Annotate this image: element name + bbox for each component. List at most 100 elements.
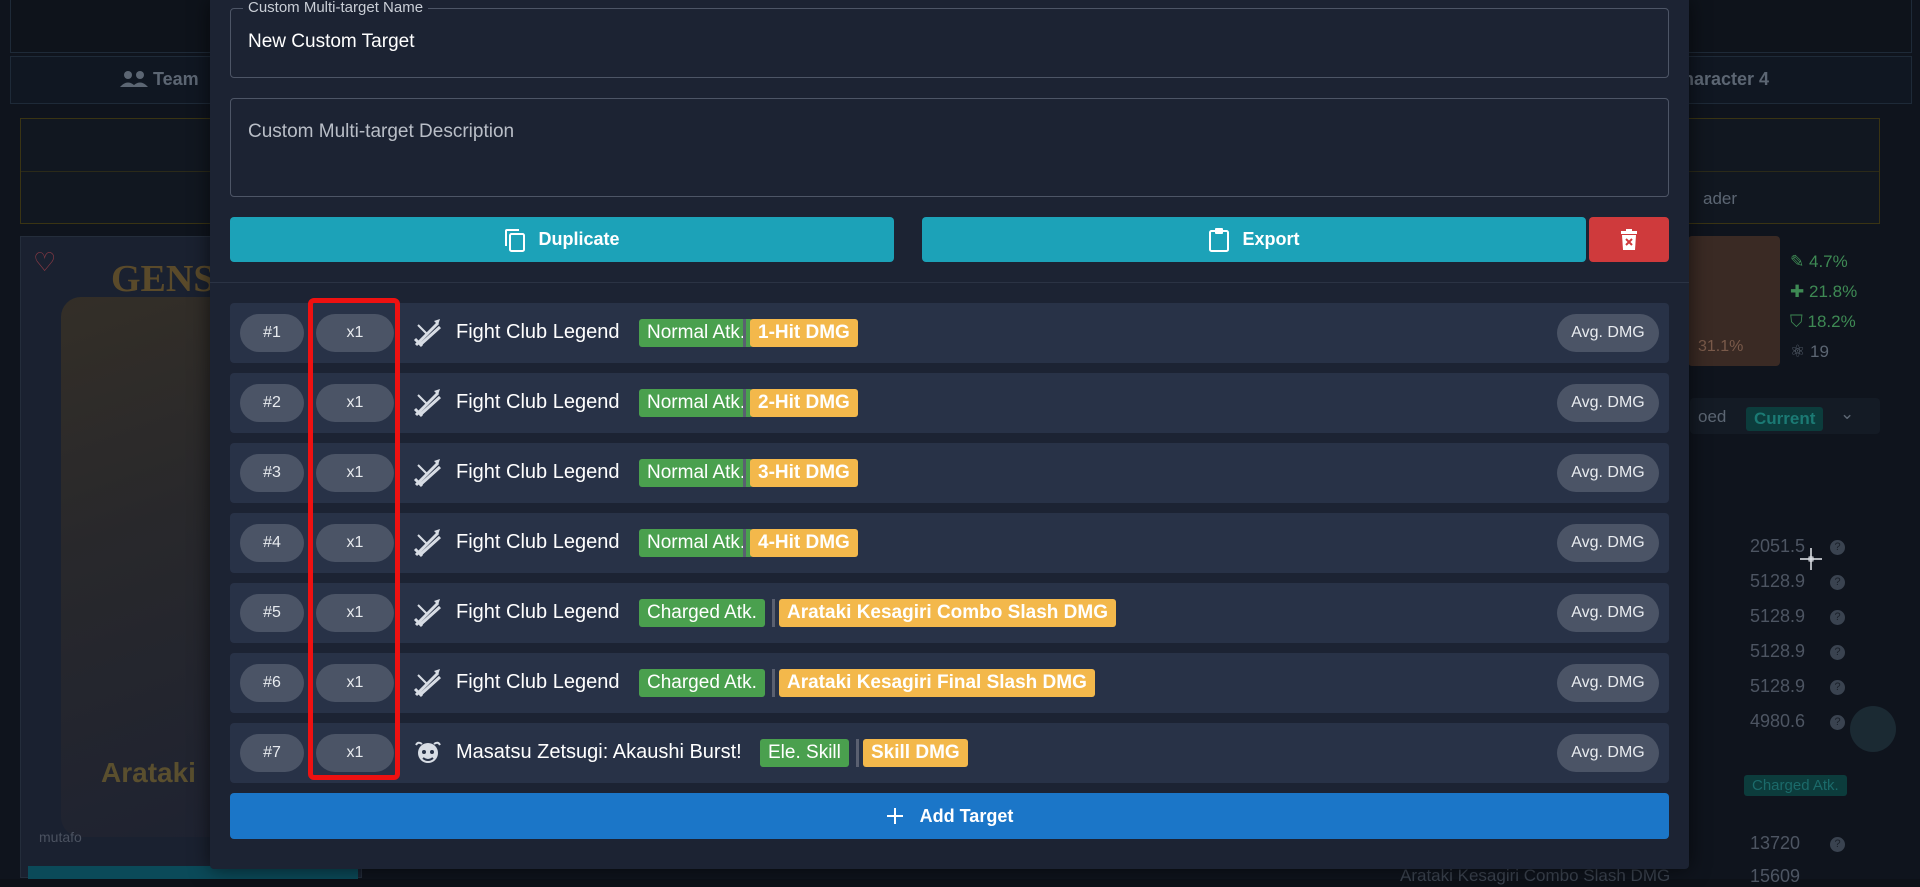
value-row: 5128.9: [1750, 571, 1806, 591]
target-number[interactable]: #5: [240, 594, 304, 632]
team-icon: [120, 71, 148, 87]
fight-club-icon: [413, 319, 442, 348]
target-name: Fight Club Legend: [456, 321, 620, 343]
target-name: Masatsu Zetsugi: Akaushi Burst!: [456, 741, 742, 763]
target-row: #7 x1 Masatsu Zetsugi: Akaushi Burst! El…: [230, 723, 1669, 783]
target-name: Fight Club Legend: [456, 601, 620, 623]
fight-club-icon: [413, 389, 442, 418]
avg-dmg-toggle[interactable]: Avg. DMG: [1557, 734, 1659, 772]
target-row: #4 x1 Fight Club Legend Normal Atk. 4-Hi…: [230, 513, 1669, 573]
help-icon[interactable]: ?: [1830, 575, 1845, 590]
crosshair-cursor-icon: [1800, 548, 1822, 570]
target-multiplier[interactable]: x1: [316, 314, 394, 352]
hit-tag: 3-Hit DMG: [750, 459, 858, 487]
help-icon[interactable]: ?: [1830, 540, 1845, 555]
hit-tag: Skill DMG: [863, 739, 968, 767]
delete-button[interactable]: [1589, 217, 1669, 262]
stat-sword: ✎ 4.7%: [1790, 252, 1848, 272]
sword-icon: ✎: [1790, 252, 1805, 271]
bottom-target-text: Arataki Kesagiri Combo Slash DMG: [1400, 866, 1671, 885]
hit-tag: 2-Hit DMG: [750, 389, 858, 417]
target-number[interactable]: #4: [240, 524, 304, 562]
target-number[interactable]: #2: [240, 384, 304, 422]
avg-dmg-toggle[interactable]: Avg. DMG: [1557, 384, 1659, 422]
ushi-icon: [415, 741, 441, 763]
tag-divider: [856, 739, 859, 767]
target-number[interactable]: #3: [240, 454, 304, 492]
target-name: Fight Club Legend: [456, 531, 620, 553]
target-number[interactable]: #7: [240, 734, 304, 772]
help-icon[interactable]: ?: [1830, 837, 1845, 852]
target-multiplier[interactable]: x1: [316, 664, 394, 702]
target-row: #6 x1 Fight Club Legend Charged Atk. Ara…: [230, 653, 1669, 713]
hit-tag: Arataki Kesagiri Final Slash DMG: [779, 669, 1095, 697]
target-name: Fight Club Legend: [456, 461, 620, 483]
tag-divider: [743, 459, 746, 487]
add-target-button[interactable]: Add Target: [230, 793, 1669, 839]
weapon-portrait: 31.1%: [1688, 236, 1780, 366]
fight-club-icon: [413, 459, 442, 488]
target-number[interactable]: #6: [240, 664, 304, 702]
loader-tab[interactable]: ader: [1703, 189, 1737, 209]
fight-club-icon: [413, 599, 442, 628]
avg-dmg-toggle[interactable]: Avg. DMG: [1557, 524, 1659, 562]
stat-shield: ⛉ 18.2%: [1790, 312, 1856, 332]
target-multiplier[interactable]: x1: [316, 594, 394, 632]
avg-dmg-toggle[interactable]: Avg. DMG: [1557, 454, 1659, 492]
help-icon[interactable]: ?: [1830, 680, 1845, 695]
target-multiplier[interactable]: x1: [316, 734, 394, 772]
fight-club-icon: [413, 669, 442, 698]
value-row: 4980.6: [1750, 711, 1806, 731]
tag-divider: [743, 389, 746, 417]
target-multiplier[interactable]: x1: [316, 524, 394, 562]
hit-tag: 1-Hit DMG: [750, 319, 858, 347]
description-field[interactable]: Custom Multi-target Description: [230, 98, 1669, 197]
custom-multi-target-modal: Custom Multi-target Name New Custom Targ…: [210, 0, 1689, 869]
target-number[interactable]: #1: [240, 314, 304, 352]
duplicate-label: Duplicate: [538, 229, 620, 249]
scroll-top-button[interactable]: [1850, 706, 1896, 752]
target-name: Fight Club Legend: [456, 671, 620, 693]
section-divider: [210, 282, 1689, 283]
tab-team[interactable]: Team: [119, 69, 199, 90]
value-row: 5128.9: [1750, 606, 1806, 626]
avg-dmg-toggle[interactable]: Avg. DMG: [1557, 594, 1659, 632]
charged-atk-badge: Charged Atk.: [1744, 775, 1847, 796]
target-multiplier[interactable]: x1: [316, 454, 394, 492]
tag-divider: [772, 599, 775, 627]
stat-atom: ⚛ 19: [1790, 342, 1829, 362]
value-row: 5128.9: [1750, 641, 1806, 661]
name-field-value[interactable]: New Custom Target: [248, 31, 415, 53]
name-field-label: Custom Multi-target Name: [243, 0, 429, 16]
tag-divider: [772, 669, 775, 697]
heart-icon[interactable]: ♡: [33, 247, 56, 278]
chevron-down-icon: ⌄: [1840, 404, 1855, 423]
attack-type-tag: Normal Atk.: [639, 459, 754, 487]
target-row: #5 x1 Fight Club Legend Charged Atk. Ara…: [230, 583, 1669, 643]
target-multiplier[interactable]: x1: [316, 384, 394, 422]
value-row: 5128.9: [1750, 676, 1806, 696]
value-row: 15609: [1750, 866, 1801, 886]
hit-tag: Arataki Kesagiri Combo Slash DMG: [779, 599, 1116, 627]
help-icon[interactable]: ?: [1830, 645, 1845, 660]
name-field[interactable]: Custom Multi-target Name New Custom Targ…: [230, 0, 1669, 78]
export-button[interactable]: Export: [922, 217, 1586, 262]
current-badge: Current: [1746, 407, 1824, 431]
plus-icon: [886, 808, 903, 824]
avg-dmg-toggle[interactable]: Avg. DMG: [1557, 664, 1659, 702]
trash-icon: [1621, 228, 1637, 250]
avg-dmg-toggle[interactable]: Avg. DMG: [1557, 314, 1659, 352]
attack-type-tag: Charged Atk.: [639, 669, 765, 697]
copy-icon: [505, 228, 526, 252]
target-row: #3 x1 Fight Club Legend Normal Atk. 3-Hi…: [230, 443, 1669, 503]
target-row: #1 x1 Fight Club Legend Normal Atk. 1-Hi…: [230, 303, 1669, 363]
tab-character-4[interactable]: haracter 4: [1683, 69, 1769, 90]
tag-divider: [743, 319, 746, 347]
stat-plus: ✚ 21.8%: [1790, 282, 1857, 302]
description-placeholder: Custom Multi-target Description: [248, 121, 515, 142]
portrait-value: 31.1%: [1698, 338, 1744, 355]
help-icon[interactable]: ?: [1830, 610, 1845, 625]
duplicate-button[interactable]: Duplicate: [230, 217, 894, 262]
help-icon[interactable]: ?: [1830, 715, 1845, 730]
hit-tag: 4-Hit DMG: [750, 529, 858, 557]
